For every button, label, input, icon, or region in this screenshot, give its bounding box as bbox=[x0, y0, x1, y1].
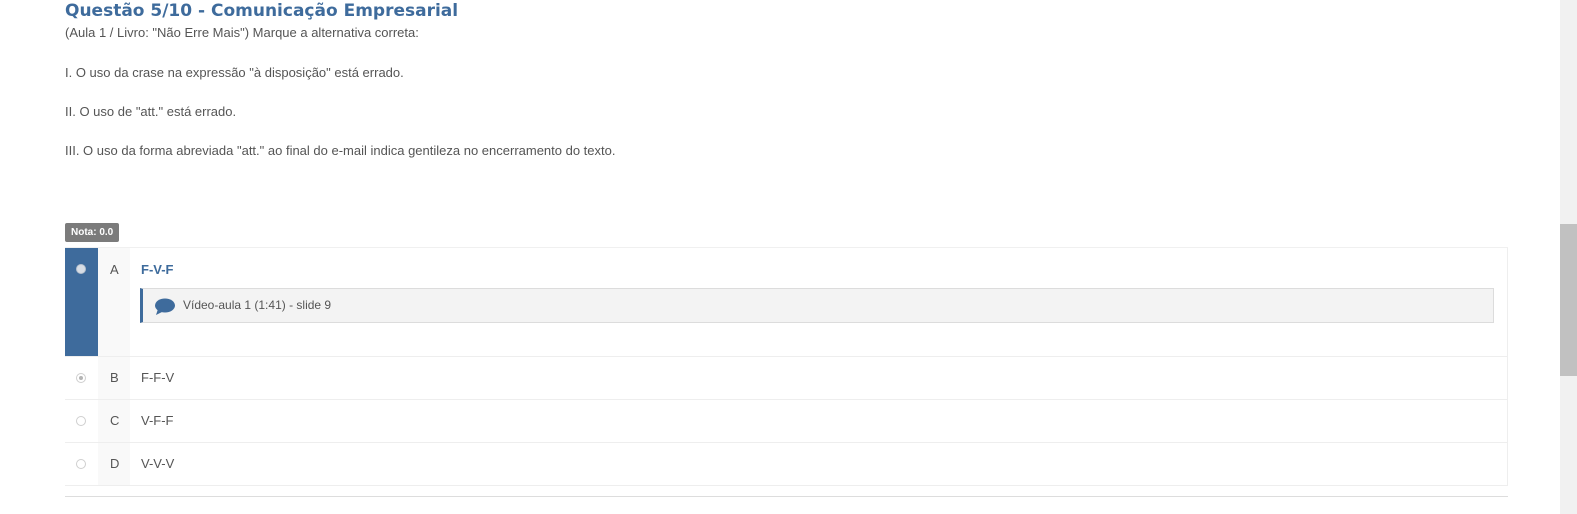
option-d-radio-cell[interactable] bbox=[65, 443, 98, 485]
divider bbox=[65, 496, 1508, 497]
option-b-radio[interactable] bbox=[76, 373, 86, 383]
option-a-radio[interactable] bbox=[76, 264, 86, 274]
statement-3: III. O uso da forma abreviada "att." ao … bbox=[65, 143, 616, 158]
feedback-text: Vídeo-aula 1 (1:41) - slide 9 bbox=[183, 298, 332, 312]
vertical-scrollbar[interactable] bbox=[1560, 0, 1577, 514]
option-b[interactable]: B F-F-V bbox=[65, 357, 1508, 400]
statement-1: I. O uso da crase na expressão "à dispos… bbox=[65, 65, 404, 80]
option-b-letter: B bbox=[110, 370, 119, 385]
page: Questão 5/10 - Comunicação Empresarial (… bbox=[0, 0, 1577, 514]
question-title: Questão 5/10 - Comunicação Empresarial bbox=[65, 1, 459, 21]
option-c-letter: C bbox=[110, 413, 120, 428]
option-d[interactable]: D V-V-V bbox=[65, 443, 1508, 486]
option-c[interactable]: C V-F-F bbox=[65, 400, 1508, 443]
comment-icon bbox=[155, 298, 175, 315]
grade-badge: Nota: 0.0 bbox=[65, 223, 120, 242]
option-a-radio-cell[interactable] bbox=[65, 248, 98, 356]
statement-2: II. O uso de "att." está errado. bbox=[65, 104, 237, 119]
option-c-radio-cell[interactable] bbox=[65, 400, 98, 442]
option-a-feedback: Vídeo-aula 1 (1:41) - slide 9 bbox=[140, 288, 1494, 323]
option-d-letter: D bbox=[110, 456, 120, 471]
option-d-radio[interactable] bbox=[76, 459, 86, 469]
option-a-letter: A bbox=[110, 262, 119, 277]
option-c-text: V-F-F bbox=[141, 413, 174, 428]
question-text: (Aula 1 / Livro: "Não Erre Mais") Marque… bbox=[65, 24, 1508, 160]
option-c-radio[interactable] bbox=[76, 416, 86, 426]
option-b-text: F-F-V bbox=[141, 370, 175, 385]
question-intro: (Aula 1 / Livro: "Não Erre Mais") Marque… bbox=[65, 25, 419, 40]
option-a-text: F-V-F bbox=[141, 262, 174, 277]
question-content: Questão 5/10 - Comunicação Empresarial (… bbox=[65, 0, 1508, 497]
answer-options: A F-V-F Vídeo-aula 1 (1:41) - slide 9 B … bbox=[65, 247, 1508, 486]
scrollbar-thumb[interactable] bbox=[1560, 224, 1577, 376]
option-a[interactable]: A F-V-F Vídeo-aula 1 (1:41) - slide 9 bbox=[65, 248, 1508, 357]
option-b-radio-cell[interactable] bbox=[65, 357, 98, 399]
option-d-text: V-V-V bbox=[141, 456, 175, 471]
